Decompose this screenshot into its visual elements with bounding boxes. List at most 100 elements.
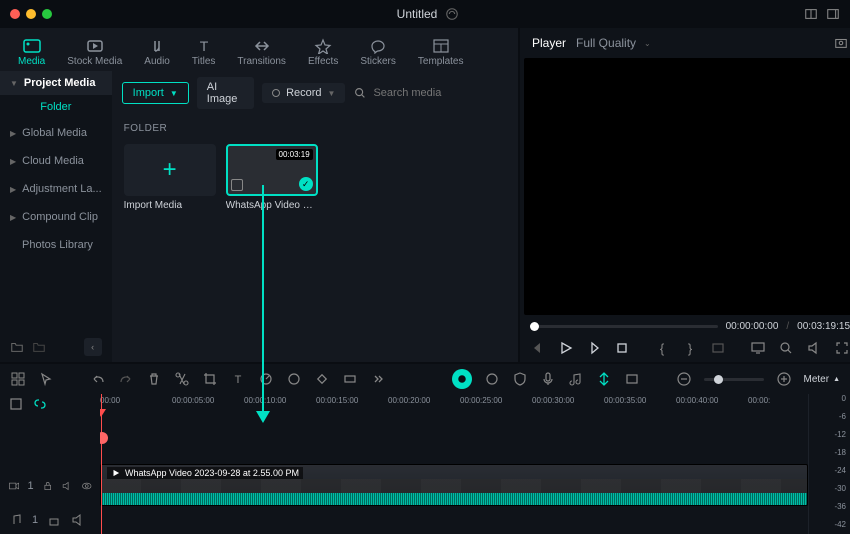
timeline-ruler[interactable]: 00:00 00:00:05:00 00:00:10:00 00:00:15:0… (100, 394, 808, 414)
tab-stickers[interactable]: Stickers (350, 34, 406, 71)
sidebar-item-cloud-media[interactable]: ▶Cloud Media (0, 147, 112, 175)
track-mute-icon[interactable] (70, 512, 86, 528)
window-minimize[interactable] (26, 9, 36, 19)
search-input[interactable] (373, 87, 515, 99)
ai-image-button[interactable]: AI Image (197, 77, 254, 109)
track-lock-icon[interactable] (42, 478, 53, 494)
zoom-icon[interactable] (778, 340, 794, 356)
tl-color-icon[interactable] (286, 371, 302, 387)
import-button[interactable]: Import ▼ (122, 82, 189, 104)
prev-frame-icon[interactable] (530, 340, 546, 356)
tl-speed-icon[interactable] (258, 371, 274, 387)
chevron-down-icon: ▼ (170, 89, 178, 98)
player-viewport[interactable] (524, 58, 850, 315)
tl-ai-icon[interactable] (452, 369, 472, 389)
window-close[interactable] (10, 9, 20, 19)
video-track-header[interactable]: 1 (0, 462, 100, 510)
tl-keyframe-icon[interactable] (314, 371, 330, 387)
tl-redo-icon[interactable] (118, 371, 134, 387)
ratio-icon[interactable] (710, 340, 726, 356)
sidebar-item-global-media[interactable]: ▶Global Media (0, 119, 112, 147)
tl-select-icon[interactable] (10, 371, 26, 387)
tl-music-icon[interactable] (568, 371, 584, 387)
tab-templates[interactable]: Templates (408, 34, 474, 71)
folder-icon[interactable] (32, 340, 46, 354)
scrubber[interactable] (530, 325, 718, 328)
collapse-sidebar-button[interactable]: ‹ (84, 338, 102, 356)
fullscreen-icon[interactable] (834, 340, 850, 356)
tl-split-icon[interactable] (174, 371, 190, 387)
chevron-right-icon: ▶ (10, 185, 16, 194)
new-folder-icon[interactable] (10, 340, 24, 354)
track-visibility-icon[interactable] (81, 478, 92, 494)
record-button[interactable]: Record ▼ (262, 83, 345, 103)
tl-text-icon[interactable]: T (230, 371, 246, 387)
mark-out-icon[interactable]: } (682, 340, 698, 356)
quality-dropdown[interactable]: Full Quality ⌄ (576, 36, 651, 50)
tl-shield-icon[interactable] (512, 371, 528, 387)
track-manage-icon[interactable] (8, 396, 24, 412)
media-clip-tile[interactable]: 00:03:19 ✓ WhatsApp Video 202... (226, 144, 318, 211)
panel-icon[interactable] (826, 7, 840, 21)
tab-audio-label: Audio (144, 56, 170, 67)
tl-marker-icon[interactable] (596, 371, 612, 387)
scrubber-handle[interactable] (530, 322, 539, 331)
tl-group-icon[interactable] (342, 371, 358, 387)
tl-mask-icon[interactable] (484, 371, 500, 387)
tab-titles[interactable]: T Titles (182, 34, 226, 71)
tl-crop-icon[interactable] (202, 371, 218, 387)
tl-delete-icon[interactable] (146, 371, 162, 387)
stop-icon[interactable] (614, 340, 630, 356)
sidebar-item-photos-library[interactable]: Photos Library (0, 231, 112, 259)
quality-label: Full Quality (576, 36, 636, 50)
filetype-icon (231, 179, 243, 191)
zoom-slider[interactable] (704, 378, 764, 381)
playhead-handle[interactable] (100, 432, 108, 444)
timeline-clip[interactable]: WhatsApp Video 2023-09-28 at 2.55.00 PM (100, 464, 808, 506)
sidebar-item-compound-clip[interactable]: ▶Compound Clip (0, 203, 112, 231)
media-icon (22, 38, 42, 54)
window-maximize[interactable] (42, 9, 52, 19)
tl-mic-icon[interactable] (540, 371, 556, 387)
audio-track-header[interactable]: 1 (0, 510, 100, 530)
current-time: 00:00:00:00 (726, 321, 779, 332)
zoom-out-icon[interactable] (676, 371, 692, 387)
tl-undo-icon[interactable] (90, 371, 106, 387)
player-label: Player (532, 36, 566, 50)
sidebar-project-media[interactable]: ▼ Project Media (0, 71, 112, 95)
cloud-sync-icon[interactable] (445, 7, 459, 21)
check-icon: ✓ (299, 177, 313, 191)
zoom-in-icon[interactable] (776, 371, 792, 387)
tab-stock-media[interactable]: Stock Media (57, 34, 132, 71)
next-frame-icon[interactable] (586, 340, 602, 356)
titles-icon: T (194, 38, 214, 54)
tab-media[interactable]: Media (8, 34, 55, 71)
tab-transitions[interactable]: Transitions (227, 34, 296, 71)
tab-audio[interactable]: Audio (134, 34, 180, 71)
link-icon[interactable] (32, 396, 48, 412)
snapshot-icon[interactable] (834, 36, 848, 50)
track-lock-icon[interactable] (46, 512, 62, 528)
import-media-tile[interactable]: + Import Media (124, 144, 216, 211)
volume-icon[interactable] (806, 340, 822, 356)
display-icon[interactable] (750, 340, 766, 356)
document-title: Untitled (397, 7, 438, 21)
zoom-slider-handle[interactable] (714, 375, 723, 384)
layout-icon[interactable] (804, 7, 818, 21)
playhead[interactable] (101, 394, 102, 534)
meter-toggle[interactable]: Meter▲ (804, 374, 841, 385)
track-mute-icon[interactable] (61, 478, 72, 494)
tl-cursor-icon[interactable] (38, 371, 54, 387)
transitions-icon (252, 38, 272, 54)
mark-in-icon[interactable]: { (654, 340, 670, 356)
tl-render-icon[interactable] (624, 371, 640, 387)
meter-level: -12 (834, 430, 846, 439)
tl-more-icon[interactable] (370, 371, 386, 387)
sidebar-folder[interactable]: Folder (0, 95, 112, 119)
sidebar-label: Adjustment La... (22, 183, 102, 195)
sidebar-label: Global Media (22, 127, 87, 139)
video-track-icon (8, 478, 19, 494)
play-icon[interactable] (558, 340, 574, 356)
sidebar-item-adjustment-layer[interactable]: ▶ Adjustment La... (0, 175, 112, 203)
tab-effects[interactable]: Effects (298, 34, 348, 71)
